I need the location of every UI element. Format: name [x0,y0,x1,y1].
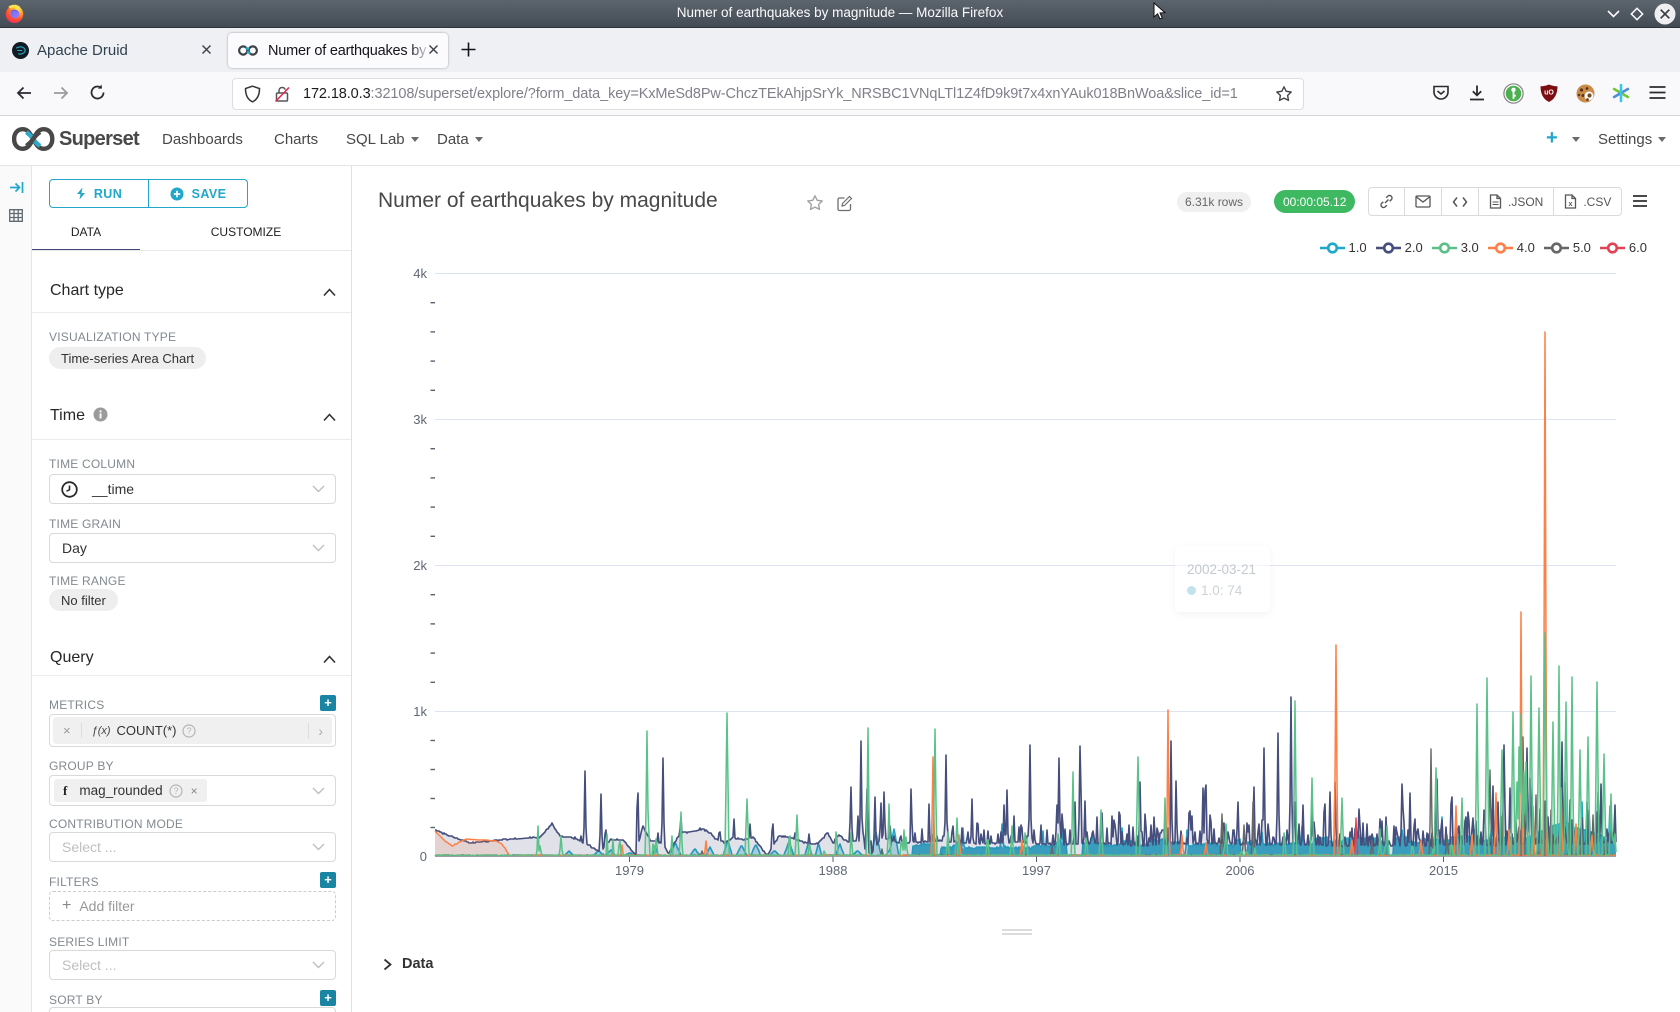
svg-text:0: 0 [420,849,427,864]
svg-text:1997: 1997 [1022,863,1051,878]
svg-text:?: ? [187,726,192,736]
svg-text:2015: 2015 [1429,863,1458,878]
svg-text:uO: uO [1544,90,1554,97]
svg-text:2k: 2k [413,558,427,573]
svg-text:2006: 2006 [1226,863,1255,878]
svg-text:?: ? [173,786,178,796]
svg-text:3k: 3k [413,412,427,427]
svg-text:1k: 1k [413,704,427,719]
svg-text:1988: 1988 [819,863,848,878]
svg-text:4k: 4k [413,266,427,281]
svg-text:1979: 1979 [615,863,644,878]
